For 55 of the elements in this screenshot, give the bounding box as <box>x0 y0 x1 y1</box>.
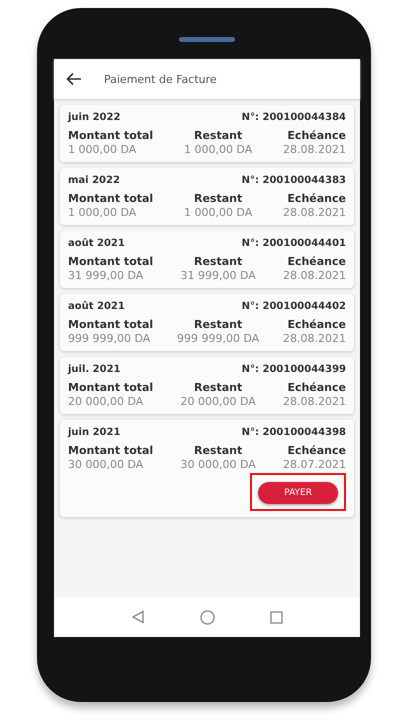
field-value: 28.08.2021 <box>283 269 346 282</box>
field-value: 20 000,00 DA <box>68 395 144 408</box>
field-value: 30 000,00 DA <box>180 458 256 471</box>
field-label: Montant total <box>68 255 154 268</box>
field-value: 999 999,00 DA <box>68 332 152 345</box>
back-icon[interactable] <box>131 610 146 624</box>
screen-title: Paiement de Facture <box>104 72 217 86</box>
invoice-number: N°: 200100044383 <box>242 175 346 186</box>
field-label: Echéance <box>287 255 346 268</box>
back-arrow-icon[interactable] <box>66 72 82 86</box>
invoice-period: août 2021 <box>68 238 125 249</box>
field-label: Montant total <box>68 129 154 142</box>
invoice-period: juin 2022 <box>68 112 120 123</box>
invoice-number: N°: 200100044384 <box>242 112 346 123</box>
field-label: Echéance <box>287 192 346 205</box>
field-label: Echéance <box>287 444 346 457</box>
invoice-period: juin 2021 <box>68 427 120 438</box>
invoice-period: août 2021 <box>68 301 125 312</box>
field-value: 999 999,00 DA <box>176 332 260 345</box>
field-label: Echéance <box>287 381 346 394</box>
speaker-icon <box>179 37 235 42</box>
home-icon[interactable] <box>200 610 215 624</box>
field-label: Restant <box>194 381 242 394</box>
field-value: 1 000,00 DA <box>184 143 252 156</box>
invoice-number: N°: 200100044402 <box>242 301 346 312</box>
field-value: 31 999,00 DA <box>68 269 144 282</box>
invoice-number: N°: 200100044401 <box>242 238 346 249</box>
field-label: Echéance <box>287 318 346 331</box>
field-label: Echéance <box>287 129 346 142</box>
field-value: 28.07.2021 <box>283 458 346 471</box>
invoice-number: N°: 200100044399 <box>242 364 346 375</box>
field-value: 1 000,00 DA <box>68 206 138 219</box>
field-label: Montant total <box>68 381 154 394</box>
field-value: 30 000,00 DA <box>68 458 144 471</box>
field-value: 28.08.2021 <box>283 143 346 156</box>
field-value: 20 000,00 DA <box>180 395 256 408</box>
field-label: Restant <box>194 129 242 142</box>
field-label: Restant <box>194 444 242 457</box>
field-label: Restant <box>194 318 242 331</box>
field-label: Montant total <box>68 192 154 205</box>
field-value: 28.08.2021 <box>283 395 346 408</box>
field-label: Montant total <box>68 444 154 457</box>
recents-icon[interactable] <box>270 610 283 624</box>
field-value: 1 000,00 DA <box>184 206 252 219</box>
pay-button[interactable]: PAYER <box>258 482 338 504</box>
field-label: Montant total <box>68 318 154 331</box>
invoice-period: juil. 2021 <box>68 364 121 375</box>
field-value: 31 999,00 DA <box>180 269 256 282</box>
field-label: Restant <box>194 192 242 205</box>
field-label: Restant <box>194 255 242 268</box>
field-value: 1 000,00 DA <box>68 143 138 156</box>
field-value: 28.08.2021 <box>283 332 346 345</box>
invoice-number: N°: 200100044398 <box>242 427 346 438</box>
invoice-period: mai 2022 <box>68 175 120 186</box>
field-value: 28.08.2021 <box>283 206 346 219</box>
